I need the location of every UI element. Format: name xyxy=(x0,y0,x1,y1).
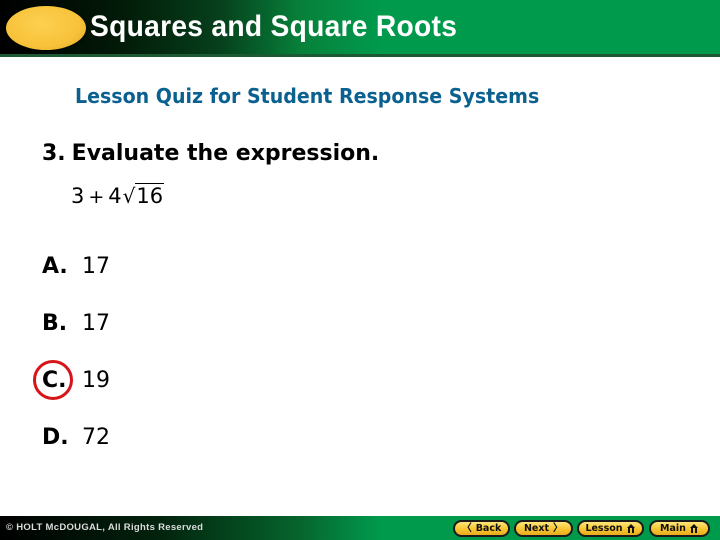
question-prompt: 3. Evaluate the expression. xyxy=(42,141,379,166)
back-button-label: Back xyxy=(475,523,502,534)
expression-operator: + xyxy=(88,186,105,208)
correct-answer-circle-icon xyxy=(33,360,73,400)
footer-bar: © HOLT McDOUGAL, All Rights Reserved 〈 B… xyxy=(0,516,720,540)
question-number: 3. xyxy=(42,141,66,166)
home-icon xyxy=(689,524,699,533)
choice-value: 19 xyxy=(82,368,110,393)
lesson-button-label: Lesson xyxy=(585,523,623,534)
radicand: 16 xyxy=(135,183,165,208)
header-bar: Squares and Square Roots xyxy=(0,0,720,57)
radical-sign-icon: √ xyxy=(122,184,136,208)
expression-coefficient: 4 xyxy=(108,184,122,208)
expression-term: 3 xyxy=(71,184,85,208)
next-button[interactable]: Next 〉 xyxy=(514,520,573,537)
choice-letter: B. xyxy=(42,311,68,336)
choice-d[interactable]: D. 72 xyxy=(42,425,110,450)
main-button-label: Main xyxy=(660,523,686,534)
chevron-right-icon: 〉 xyxy=(553,522,564,534)
chevron-left-icon: 〈 xyxy=(461,522,472,534)
header-logo-oval xyxy=(6,6,86,50)
main-button[interactable]: Main xyxy=(649,520,710,537)
choice-value: 17 xyxy=(82,254,110,279)
lesson-quiz-subtitle: Lesson Quiz for Student Response Systems xyxy=(75,84,540,108)
copyright-text: © HOLT McDOUGAL, All Rights Reserved xyxy=(6,522,204,533)
math-expression: 3 + 4 √ 16 xyxy=(71,183,165,208)
question-text: Evaluate the expression. xyxy=(71,141,380,166)
home-icon xyxy=(626,524,636,533)
back-button[interactable]: 〈 Back xyxy=(453,520,510,537)
choice-b[interactable]: B. 17 xyxy=(42,311,110,336)
page-title: Squares and Square Roots xyxy=(90,10,458,43)
choice-a[interactable]: A. 17 xyxy=(42,254,110,279)
lesson-button[interactable]: Lesson xyxy=(577,520,644,537)
choice-letter: A. xyxy=(42,254,68,279)
choice-letter: D. xyxy=(42,425,69,450)
square-root: √ 16 xyxy=(122,183,165,208)
choice-value: 72 xyxy=(82,425,110,450)
choice-value: 17 xyxy=(82,311,110,336)
next-button-label: Next xyxy=(523,523,550,534)
